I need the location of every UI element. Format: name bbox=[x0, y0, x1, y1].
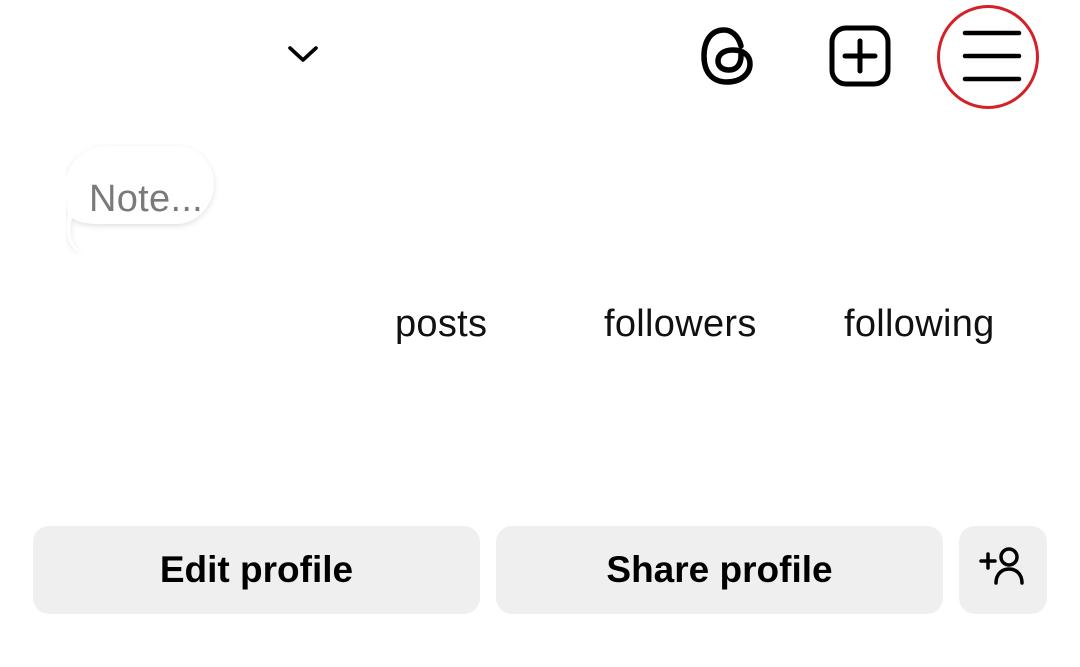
menu-button[interactable] bbox=[946, 20, 1038, 96]
chevron-down-icon bbox=[287, 44, 319, 69]
note-bubble[interactable]: Note... bbox=[66, 144, 216, 254]
edit-profile-label: Edit profile bbox=[159, 549, 354, 590]
posts-stat-label[interactable]: posts bbox=[395, 303, 487, 346]
discover-people-button[interactable] bbox=[959, 526, 1047, 614]
account-switcher-button[interactable] bbox=[278, 36, 328, 76]
edit-profile-button[interactable]: Edit profile bbox=[33, 526, 480, 614]
share-profile-button[interactable]: Share profile bbox=[496, 526, 943, 614]
share-profile-label: Share profile bbox=[606, 549, 833, 590]
add-person-icon bbox=[978, 546, 1028, 595]
followers-stat-label[interactable]: followers bbox=[604, 303, 757, 346]
create-button[interactable] bbox=[822, 22, 898, 94]
note-placeholder: Note... bbox=[89, 178, 204, 220]
plus-square-icon bbox=[828, 24, 892, 93]
following-stat-label[interactable]: following bbox=[844, 303, 995, 346]
hamburger-menu-icon bbox=[962, 28, 1022, 89]
threads-icon bbox=[698, 24, 758, 93]
threads-button[interactable] bbox=[692, 22, 764, 94]
